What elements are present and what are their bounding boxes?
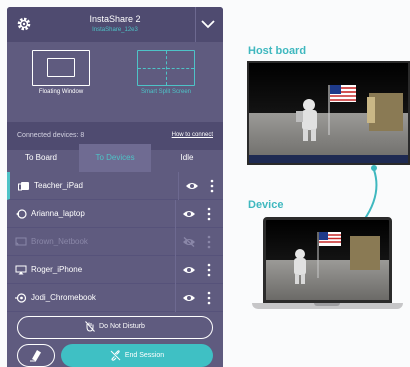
device-name: Arianna_laptop bbox=[31, 209, 85, 218]
device-name: Brown_Netbook bbox=[31, 237, 88, 246]
end-session-button[interactable]: End Session bbox=[61, 344, 213, 367]
more-options-icon[interactable] bbox=[205, 290, 213, 306]
instashare-panel: InstaShare 2 InstaShare_12e3 Floating Wi… bbox=[7, 7, 223, 367]
smart-split-label: Smart Split Screen bbox=[140, 89, 192, 95]
host-name: InstaShare_12e3 bbox=[92, 27, 138, 33]
airplay-icon bbox=[15, 265, 27, 275]
device-row-arianna-laptop[interactable]: Arianna_laptop bbox=[7, 200, 223, 228]
eraser-icon bbox=[30, 350, 41, 362]
board-moon-scene bbox=[296, 85, 403, 141]
screen-mirror-icon bbox=[15, 237, 27, 246]
smart-split-option[interactable] bbox=[137, 50, 195, 86]
floating-window-option[interactable] bbox=[32, 50, 90, 86]
floating-window-icon bbox=[47, 58, 75, 77]
panel-header: InstaShare 2 InstaShare_12e3 bbox=[7, 7, 223, 42]
device-name: Jodi_Chromebook bbox=[31, 293, 96, 302]
eye-icon[interactable] bbox=[182, 209, 196, 219]
link-off-icon bbox=[110, 349, 121, 361]
cast-icon bbox=[16, 209, 27, 219]
layout-selector: Floating Window Smart Split Screen bbox=[7, 42, 223, 122]
eye-icon[interactable] bbox=[182, 265, 196, 275]
how-to-connect-link[interactable]: How to connect bbox=[172, 132, 213, 138]
end-session-label: End Session bbox=[124, 352, 165, 359]
eye-icon[interactable] bbox=[185, 181, 199, 191]
row-divider bbox=[175, 228, 176, 256]
tab-bar: To Board To Devices Idle bbox=[7, 144, 223, 172]
root: InstaShare 2 InstaShare_12e3 Floating Wi… bbox=[0, 0, 410, 367]
board-taskbar bbox=[249, 155, 408, 163]
device-row-brown-netbook[interactable]: Brown_Netbook bbox=[7, 228, 223, 256]
eraser-button[interactable] bbox=[17, 344, 55, 367]
laptop-moon-scene bbox=[294, 232, 380, 284]
connected-count: Connected devices: 8 bbox=[17, 132, 85, 139]
do-not-disturb-button[interactable]: Do Not Disturb bbox=[17, 316, 213, 339]
host-board-label: Host board bbox=[248, 45, 307, 57]
eye-off-icon[interactable] bbox=[182, 237, 196, 247]
tab-to-devices[interactable]: To Devices bbox=[79, 144, 151, 172]
tab-idle[interactable]: Idle bbox=[151, 144, 223, 172]
device-name: Roger_iPhone bbox=[31, 265, 83, 274]
host-board-display bbox=[247, 61, 410, 165]
laptop-notch bbox=[314, 303, 340, 306]
chromecast-icon bbox=[15, 293, 27, 303]
connector-line bbox=[363, 165, 378, 221]
eye-icon[interactable] bbox=[182, 293, 196, 303]
app-title: InstaShare 2 bbox=[89, 14, 141, 24]
device-list: Teacher_iPad Arianna_laptop Brown_Netboo… bbox=[7, 172, 223, 312]
hand-stop-icon bbox=[85, 320, 95, 332]
row-divider bbox=[175, 284, 176, 312]
do-not-disturb-label: Do Not Disturb bbox=[99, 323, 145, 330]
device-row-teacher-ipad[interactable]: Teacher_iPad bbox=[7, 172, 223, 200]
device-row-roger-iphone[interactable]: Roger_iPhone bbox=[7, 256, 223, 284]
more-options-icon[interactable] bbox=[205, 262, 213, 278]
tablet-icon bbox=[18, 182, 29, 191]
row-divider bbox=[178, 172, 179, 200]
floating-window-label: Floating Window bbox=[38, 89, 84, 95]
laptop-screen bbox=[263, 217, 392, 303]
device-label: Device bbox=[248, 199, 284, 211]
chevron-down-icon[interactable] bbox=[200, 16, 216, 32]
split-hline bbox=[138, 68, 194, 69]
device-row-jodi-chromebook[interactable]: Jodi_Chromebook bbox=[7, 284, 223, 312]
row-divider bbox=[175, 200, 176, 228]
more-options-icon[interactable] bbox=[205, 206, 213, 222]
more-options-icon[interactable] bbox=[208, 178, 216, 194]
device-name: Teacher_iPad bbox=[34, 181, 83, 190]
row-divider bbox=[175, 256, 176, 284]
header-divider bbox=[195, 7, 196, 42]
tab-to-board[interactable]: To Board bbox=[7, 144, 75, 172]
more-options-icon[interactable] bbox=[205, 234, 213, 250]
